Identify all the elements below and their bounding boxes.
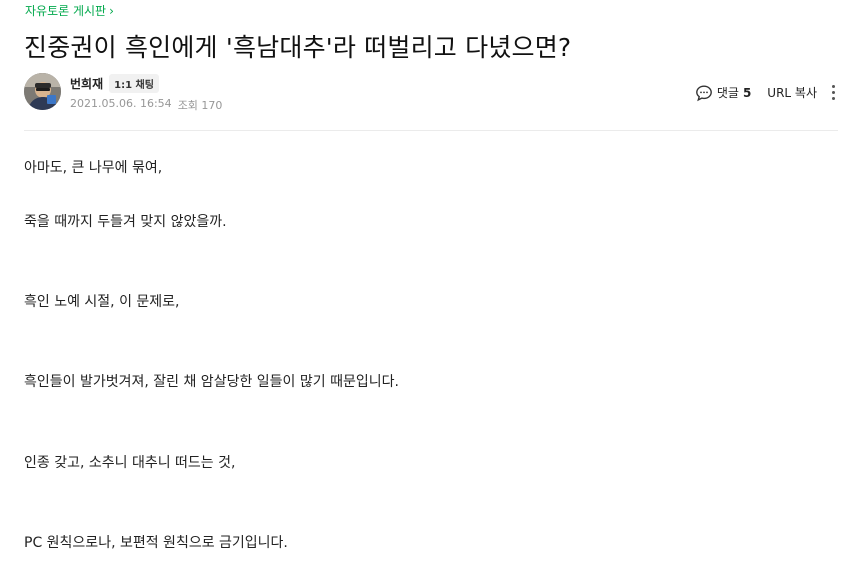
body-paragraph: 아마도, 큰 나무에 묶여,	[24, 160, 163, 176]
comment-button[interactable]: 댓글 5	[695, 84, 751, 102]
post-title: 진중권이 흑인에게 '흑남대추'라 떠벌리고 다녔으면?	[24, 33, 572, 62]
post-meta: 2021.05.06. 16:54 조회 170	[70, 97, 222, 113]
chat-button[interactable]: 1:1 채팅	[109, 74, 159, 93]
chevron-right-icon: ›	[109, 3, 114, 18]
body-paragraph: 흑인 노예 시절, 이 문제로,	[24, 294, 180, 310]
avatar[interactable]	[24, 73, 61, 110]
board-name: 자유토론 게시판	[25, 4, 107, 18]
post-date: 2021.05.06. 16:54	[70, 97, 172, 110]
avatar-photo	[24, 73, 61, 110]
comment-label: 댓글	[716, 86, 739, 100]
speech-bubble-icon	[695, 84, 712, 101]
author-row: 번희재 1:1 채팅	[70, 74, 159, 93]
body-paragraph: 흑인들이 발가벗겨져, 잘린 채 암살당한 일들이 많기 때문입니다.	[24, 374, 399, 390]
body-paragraph: 인종 갖고, 소추니 대추니 떠드는 것,	[24, 455, 236, 471]
post-toolbar: 댓글 5 URL 복사	[695, 83, 838, 102]
board-breadcrumb-link[interactable]: 자유토론 게시판 ›	[25, 2, 114, 19]
vertical-dots-icon[interactable]	[829, 83, 838, 102]
body-paragraph: 죽을 때까지 두들겨 맞지 않았을까.	[24, 214, 227, 230]
author-name[interactable]: 번희재	[70, 75, 103, 92]
body-paragraph: PC 원칙으로나, 보편적 원칙으로 금기입니다.	[24, 535, 288, 551]
header-divider	[24, 130, 838, 131]
url-copy-button[interactable]: URL 복사	[767, 84, 817, 101]
view-count: 조회 170	[177, 99, 223, 112]
comment-count: 5	[742, 85, 752, 100]
